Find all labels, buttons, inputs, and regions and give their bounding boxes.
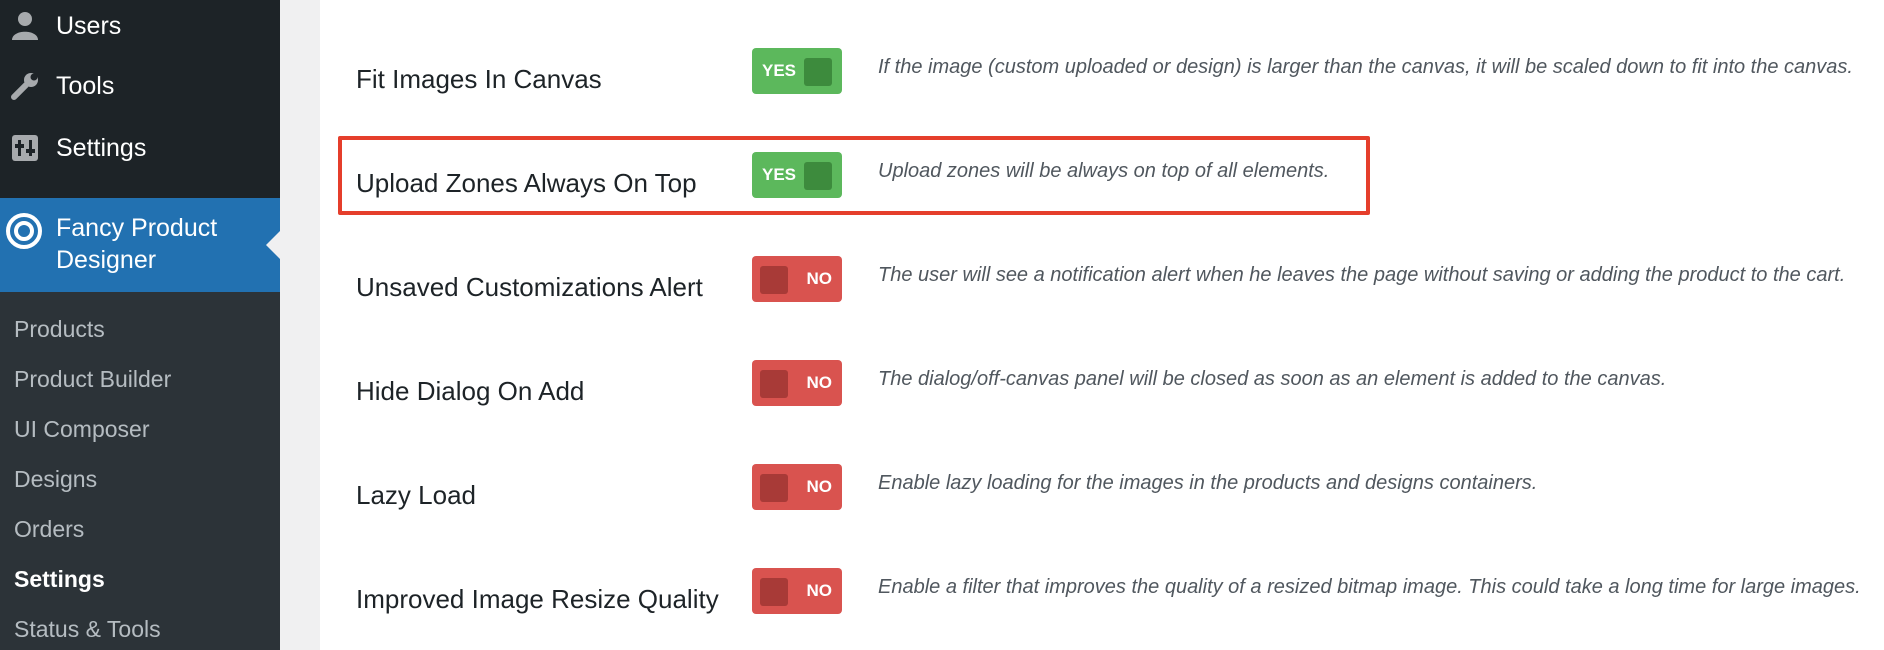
users-icon xyxy=(10,11,40,41)
setting-row-unsaved-alert: Unsaved Customizations Alert NO The user… xyxy=(320,250,1884,320)
toggle-knob xyxy=(760,266,788,294)
setting-row-lazy-load: Lazy Load NO Enable lazy loading for the… xyxy=(320,458,1884,528)
toggle-state: NO xyxy=(806,477,833,496)
menu-item-fancy-product-designer[interactable]: Fancy Product Designer xyxy=(0,198,280,292)
settings-panel: Fit Images In Canvas YES If the image (c… xyxy=(320,0,1884,650)
setting-title: Hide Dialog On Add xyxy=(356,376,585,406)
hide-dialog-toggle[interactable]: NO xyxy=(752,360,842,406)
submenu-item-designs[interactable]: Designs xyxy=(14,466,97,493)
toggle-knob xyxy=(804,58,832,86)
menu-item-settings[interactable]: Settings xyxy=(0,126,280,170)
toggle-knob xyxy=(760,370,788,398)
setting-description: If the image (custom uploaded or design)… xyxy=(878,56,1853,78)
image-resize-toggle[interactable]: NO xyxy=(752,568,842,614)
menu-item-tools[interactable]: Tools xyxy=(0,64,280,108)
admin-sidebar: Users Tools Settings Fancy Product Desig… xyxy=(0,0,280,650)
setting-title: Unsaved Customizations Alert xyxy=(356,272,703,302)
submenu-item-product-builder[interactable]: Product Builder xyxy=(14,366,171,393)
submenu-item-ui-composer[interactable]: UI Composer xyxy=(14,416,149,443)
setting-description: The dialog/off-canvas panel will be clos… xyxy=(878,368,1667,390)
submenu-item-orders[interactable]: Orders xyxy=(14,516,84,543)
submenu-item-products[interactable]: Products xyxy=(14,316,105,343)
toggle-state: NO xyxy=(806,581,833,600)
submenu-item-status-tools[interactable]: Status & Tools xyxy=(14,616,161,643)
toggle-state: NO xyxy=(806,373,833,392)
menu-item-users[interactable]: Users xyxy=(0,4,280,48)
settings-sliders-icon xyxy=(10,133,40,163)
fpd-logo-icon xyxy=(5,212,43,250)
wrench-icon xyxy=(10,71,40,101)
toggle-knob xyxy=(760,578,788,606)
unsaved-alert-toggle[interactable]: NO xyxy=(752,256,842,302)
setting-row-fit-images: Fit Images In Canvas YES If the image (c… xyxy=(320,42,1884,112)
toggle-state: YES xyxy=(762,61,797,80)
menu-item-fpd-label: Fancy Product Designer xyxy=(56,214,218,274)
toggle-knob xyxy=(760,474,788,502)
menu-item-settings-label: Settings xyxy=(56,133,147,162)
setting-title: Improved Image Resize Quality xyxy=(356,584,719,614)
setting-description: Enable lazy loading for the images in th… xyxy=(878,472,1538,494)
setting-title: Fit Images In Canvas xyxy=(356,64,602,94)
setting-title: Lazy Load xyxy=(356,480,476,510)
setting-description: Enable a filter that improves the qualit… xyxy=(878,576,1861,598)
submenu-item-settings[interactable]: Settings xyxy=(14,566,105,593)
toggle-state: NO xyxy=(806,269,833,288)
menu-item-tools-label: Tools xyxy=(56,71,115,100)
lazy-load-toggle[interactable]: NO xyxy=(752,464,842,510)
setting-row-image-resize: Improved Image Resize Quality NO Enable … xyxy=(320,562,1884,632)
setting-description: The user will see a notification alert w… xyxy=(878,264,1846,286)
fpd-submenu: Products Product Builder UI Composer Des… xyxy=(0,292,280,650)
setting-row-hide-dialog: Hide Dialog On Add NO The dialog/off-can… xyxy=(320,354,1884,424)
highlight-box xyxy=(338,136,1370,215)
active-menu-arrow xyxy=(266,231,280,259)
menu-item-users-label: Users xyxy=(56,11,122,40)
fit-images-toggle[interactable]: YES xyxy=(752,48,842,94)
